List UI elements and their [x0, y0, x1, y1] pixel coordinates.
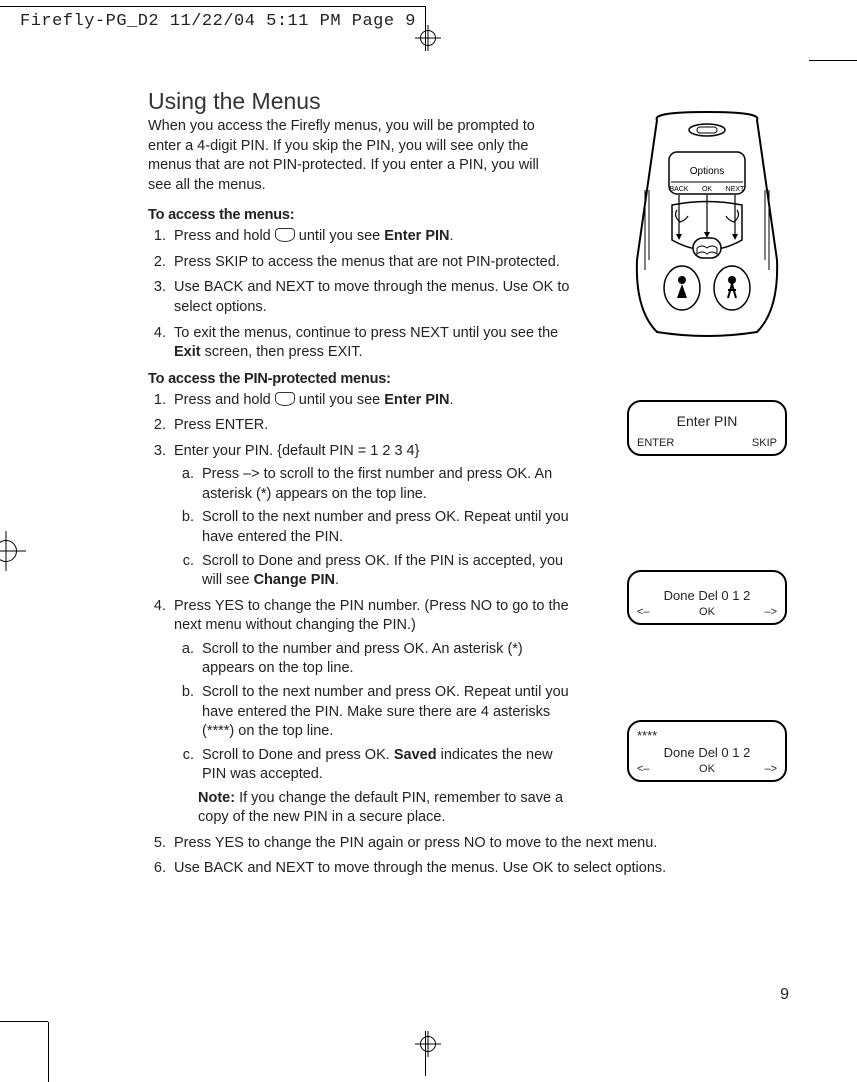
- screen-pin-entry: Done Del 0 1 2 <– OK –>: [627, 570, 787, 625]
- crop-mark: [425, 1031, 426, 1076]
- softkey-mid: OK: [699, 762, 715, 776]
- crop-mark: [0, 6, 425, 7]
- sub-list: Scroll to the number and press OK. An as…: [174, 640, 574, 785]
- phone-icon: [275, 392, 295, 406]
- text: Scroll to Done and press OK.: [202, 747, 394, 763]
- text-bold: Change PIN: [254, 572, 335, 588]
- text-bold: Exit: [174, 344, 201, 360]
- text: Press and hold: [174, 392, 275, 408]
- text: Press and hold: [174, 228, 275, 244]
- device-next-label: NEXT: [726, 186, 745, 193]
- access-menus-list: Press and hold until you see Enter PIN. …: [148, 227, 570, 362]
- list-item: Use BACK and NEXT to move through the me…: [170, 278, 570, 317]
- text: .: [335, 572, 339, 588]
- screen-title: Enter PIN: [637, 412, 777, 430]
- text: screen, then press EXIT.: [201, 344, 363, 360]
- device-screen-options: Options: [690, 166, 724, 177]
- list-item: To exit the menus, continue to press NEX…: [170, 324, 570, 363]
- screen-enter-pin: Enter PIN ENTER SKIP: [627, 400, 787, 456]
- list-item: Scroll to the next number and press OK. …: [198, 683, 574, 742]
- sub-list: Press –> to scroll to the first number a…: [174, 465, 574, 590]
- softkey-right: –>: [764, 762, 777, 776]
- note-label: Note:: [198, 790, 239, 806]
- list-item: Press and hold until you see Enter PIN.: [170, 391, 574, 411]
- list-item: Press YES to change the PIN number. (Pre…: [170, 597, 574, 828]
- softkey-left: <–: [637, 605, 650, 619]
- list-item: Press SKIP to access the menus that are …: [170, 253, 570, 273]
- device-illustration: Options BACK OK NEXT: [627, 110, 787, 338]
- registration-mark: [420, 1036, 436, 1052]
- softkey-right: SKIP: [752, 436, 777, 450]
- registration-mark: [420, 30, 436, 46]
- list-item: Press –> to scroll to the first number a…: [198, 465, 574, 504]
- list-item: Use BACK and NEXT to move through the me…: [170, 859, 768, 879]
- list-item: Press YES to change the PIN again or pre…: [170, 834, 768, 854]
- note-text: If you change the default PIN, remember …: [198, 790, 563, 826]
- softkey-mid: OK: [699, 605, 715, 619]
- phone-icon: [275, 228, 295, 242]
- text: Press YES to change the PIN number. (Pre…: [174, 598, 569, 634]
- text-bold: Saved: [394, 747, 437, 763]
- text: .: [450, 228, 454, 244]
- crop-mark: [48, 1022, 49, 1082]
- screen-line: Done Del 0 1 2: [637, 588, 777, 605]
- text: until you see: [295, 228, 384, 244]
- text: Enter your PIN. {default PIN = 1 2 3 4}: [174, 443, 419, 459]
- softkey-left: <–: [637, 762, 650, 776]
- text-bold: Enter PIN: [384, 228, 449, 244]
- text: until you see: [295, 392, 384, 408]
- device-back-label: BACK: [669, 186, 688, 193]
- text: To exit the menus, continue to press NEX…: [174, 325, 558, 341]
- text: .: [450, 392, 454, 408]
- text-bold: Enter PIN: [384, 392, 449, 408]
- registration-mark: [0, 540, 17, 562]
- screen-line: Done Del 0 1 2: [637, 745, 777, 762]
- list-item: Press ENTER.: [170, 416, 574, 436]
- pin-menus-list: Press and hold until you see Enter PIN. …: [148, 391, 768, 879]
- list-item: Scroll to Done and press OK. Saved indic…: [198, 746, 574, 785]
- list-item: Scroll to Done and press OK. If the PIN …: [198, 552, 574, 591]
- list-item: Scroll to the next number and press OK. …: [198, 508, 574, 547]
- crop-mark: [809, 60, 857, 61]
- list-item: Enter your PIN. {default PIN = 1 2 3 4} …: [170, 442, 574, 591]
- screen-pin-stars: **** Done Del 0 1 2 <– OK –>: [627, 720, 787, 782]
- screen-stars: ****: [637, 728, 777, 745]
- page-number: 9: [780, 986, 789, 1004]
- crop-mark: [0, 1021, 48, 1022]
- softkey-left: ENTER: [637, 436, 674, 450]
- intro-paragraph: When you access the Firefly menus, you w…: [148, 117, 558, 195]
- list-item: Scroll to the number and press OK. An as…: [198, 640, 574, 679]
- device-ok-label: OK: [702, 186, 712, 193]
- prepress-slug: Firefly-PG_D2 11/22/04 5:11 PM Page 9: [20, 12, 416, 31]
- note: Note: If you change the default PIN, rem…: [198, 789, 574, 828]
- section-heading-pin-menus: To access the PIN-protected menus:: [148, 371, 768, 387]
- softkey-right: –>: [764, 605, 777, 619]
- list-item: Press and hold until you see Enter PIN.: [170, 227, 570, 247]
